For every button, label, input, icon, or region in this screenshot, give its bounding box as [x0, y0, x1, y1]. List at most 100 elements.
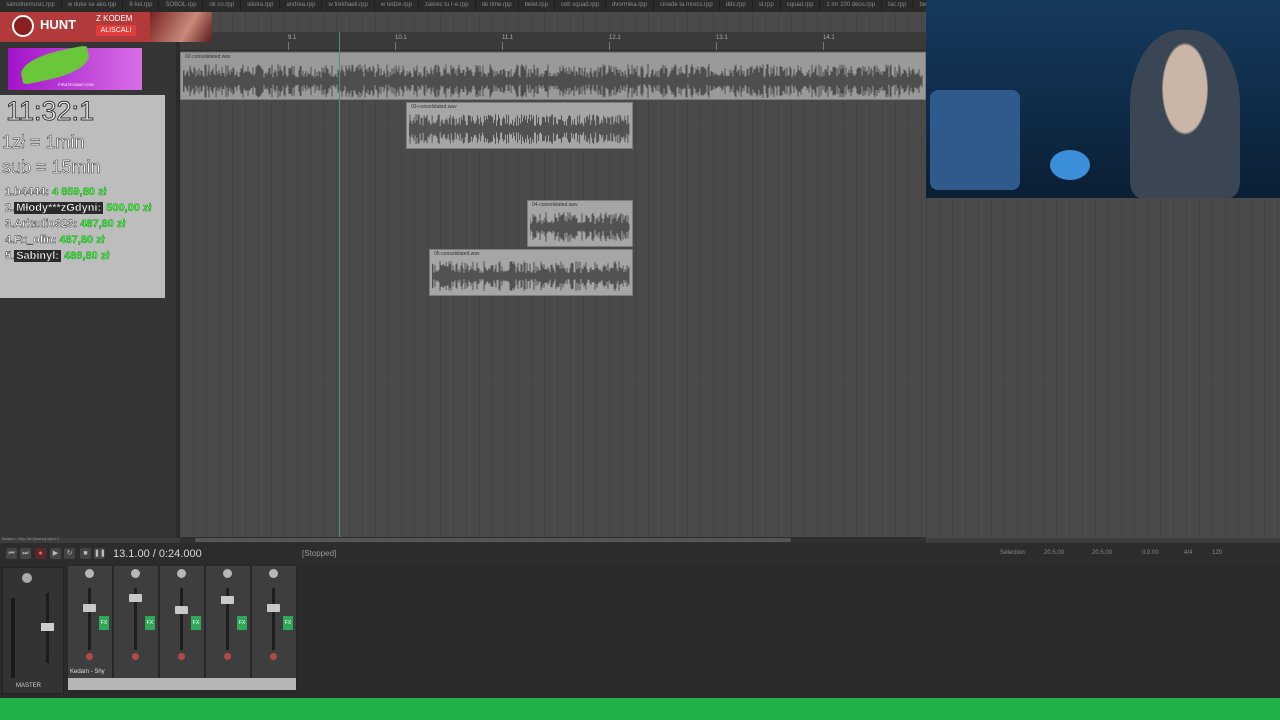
project-tab[interactable]: sikora.rpp	[241, 0, 281, 10]
project-tab[interactable]: squad.rpp	[781, 0, 821, 10]
stop-icon[interactable]: ■	[80, 548, 91, 559]
bpm[interactable]: 120	[1212, 550, 1222, 556]
fader-track[interactable]	[272, 588, 275, 650]
ruler-tick	[288, 42, 289, 50]
rewind-icon[interactable]: ⏮	[6, 548, 17, 559]
ruler-label: 14.1	[823, 35, 835, 41]
project-tab[interactable]: w duke se ako.rpp	[62, 0, 124, 10]
fx-button[interactable]: FX	[145, 616, 155, 630]
project-tab[interactable]: w trekhaek.rpp	[322, 0, 375, 10]
fx-button[interactable]: FX	[283, 616, 293, 630]
pan-knob[interactable]	[85, 569, 94, 578]
master-label: MASTER	[16, 683, 42, 689]
webcam-background-light	[1050, 150, 1090, 180]
forward-icon[interactable]: ⏭	[20, 548, 31, 559]
media-item-3[interactable]: 04-consolidated.wav	[527, 200, 633, 247]
sub-rate-text: sub = 15min	[2, 157, 101, 178]
media-item-4[interactable]: 05-consolidated.wav	[429, 249, 633, 296]
time-signature[interactable]: 4/4	[1184, 550, 1192, 556]
ruler-tick	[609, 42, 610, 50]
media-item-label: 04-consolidated.wav	[532, 202, 578, 208]
mixer-channel-strip[interactable]: FX	[252, 566, 297, 690]
project-tab[interactable]: de time.rpp	[476, 0, 519, 10]
volume-fader[interactable]	[129, 594, 142, 602]
project-tab[interactable]: st.rpp	[753, 0, 781, 10]
fx-button[interactable]: FX	[191, 616, 201, 630]
project-tab[interactable]: tac.rpp	[882, 0, 914, 10]
play-status: [Stopped]	[302, 549, 337, 558]
fader-track[interactable]	[88, 588, 91, 650]
media-item-label: 05-consolidated.wav	[434, 251, 480, 257]
project-tab[interactable]: zakrec tu r-e.rpp	[419, 0, 476, 10]
volume-fader[interactable]	[221, 596, 234, 604]
pause-icon[interactable]: ❚❚	[94, 548, 106, 559]
horizontal-scrollbar-thumb[interactable]	[195, 538, 791, 542]
record-arm-button[interactable]	[132, 653, 139, 660]
pan-knob[interactable]	[131, 569, 140, 578]
master-strip[interactable]	[2, 567, 64, 694]
subathon-clock: 11:32:1	[5, 96, 95, 127]
project-tab[interactable]: dvorrnika.rpp	[606, 0, 654, 10]
record-arm-button[interactable]	[86, 653, 93, 660]
ruler-label: 12.1	[609, 35, 621, 41]
project-tab[interactable]: 8 kel.rpp	[123, 0, 160, 10]
donor-row: 5. Sabinyl: 486,80 zł	[5, 250, 110, 262]
timeline-ruler[interactable]: 9.110.111.112.113.114.115.1	[180, 32, 942, 51]
webcam-person	[1130, 30, 1240, 198]
record-arm-button[interactable]	[224, 653, 231, 660]
waveform-path	[409, 114, 630, 145]
ruler-label: 10.1	[395, 35, 407, 41]
donor-rank: 4.	[5, 234, 15, 246]
mixer-channel-strip[interactable]: FX	[206, 566, 251, 690]
project-tab[interactable]: SOBOL.rpp	[159, 0, 204, 10]
waveform	[432, 261, 630, 291]
mixer-channel-strip[interactable]: FX	[114, 566, 159, 690]
project-tab[interactable]: ok co.rpp	[203, 0, 242, 10]
mixer-channel-strip[interactable]: FX	[160, 566, 205, 690]
waveform	[183, 64, 923, 98]
fx-button[interactable]: FX	[237, 616, 247, 630]
ruler-tick	[395, 42, 396, 50]
project-tab[interactable]: w tedze.rpp	[375, 0, 419, 10]
project-tab[interactable]: samolnemusic.rpp	[0, 0, 62, 10]
volume-fader[interactable]	[267, 604, 280, 612]
waveform	[409, 114, 630, 145]
media-item-2[interactable]: 03-consolidated.wav	[406, 102, 633, 149]
waveform-path	[432, 261, 630, 291]
project-tab[interactable]: belet.rpp	[519, 0, 555, 10]
project-tab[interactable]: 1 mr 100 deos.rpp	[820, 0, 883, 10]
master-meter	[11, 598, 15, 678]
media-item-main[interactable]: 02-consolidated.wav	[180, 52, 926, 100]
project-tab[interactable]: cinade ta mrecs.rpp	[654, 0, 720, 10]
project-tab[interactable]: ceb squad.rpp	[555, 0, 606, 10]
donor-rank: 3.	[5, 218, 15, 230]
project-tab[interactable]: andrea.rpp	[280, 0, 323, 10]
fader-track[interactable]	[180, 588, 183, 650]
playhead[interactable]	[339, 32, 340, 538]
pan-knob[interactable]	[223, 569, 232, 578]
master-fader[interactable]	[41, 623, 54, 631]
play-icon[interactable]: ▶	[50, 548, 61, 559]
record-arm-button[interactable]	[270, 653, 277, 660]
volume-fader[interactable]	[83, 604, 96, 612]
volume-fader[interactable]	[175, 606, 188, 614]
selection-display[interactable]: Selection: 20.5.00 20.5.00 0.0.00 4/4 12…	[998, 548, 1236, 560]
repeat-icon[interactable]: ↻	[64, 548, 75, 559]
pan-knob[interactable]	[177, 569, 186, 578]
selection-start[interactable]: 20.5.00	[1044, 550, 1064, 556]
donor-name: Sabinyl:	[14, 250, 61, 262]
selection-end[interactable]: 20.5.00	[1092, 550, 1112, 556]
record-icon[interactable]: ●	[35, 548, 46, 559]
time-display[interactable]: 13.1.00 / 0:24.000	[113, 548, 202, 560]
bottom-accent-bar	[0, 698, 1280, 720]
project-tab[interactable]: dds.rpp	[720, 0, 753, 10]
donor-amount: 487,80 zł	[59, 234, 105, 246]
pan-knob[interactable]	[269, 569, 278, 578]
selection-length[interactable]: 0.0.00	[1142, 550, 1159, 556]
mixer-footer	[68, 678, 296, 690]
arrange-view-extension[interactable]	[926, 198, 1280, 538]
donor-row: 3.Arkadio323: 487,80 zł	[5, 218, 126, 230]
record-arm-button[interactable]	[178, 653, 185, 660]
master-pan-knob[interactable]	[22, 573, 32, 583]
fx-button[interactable]: FX	[99, 616, 109, 630]
